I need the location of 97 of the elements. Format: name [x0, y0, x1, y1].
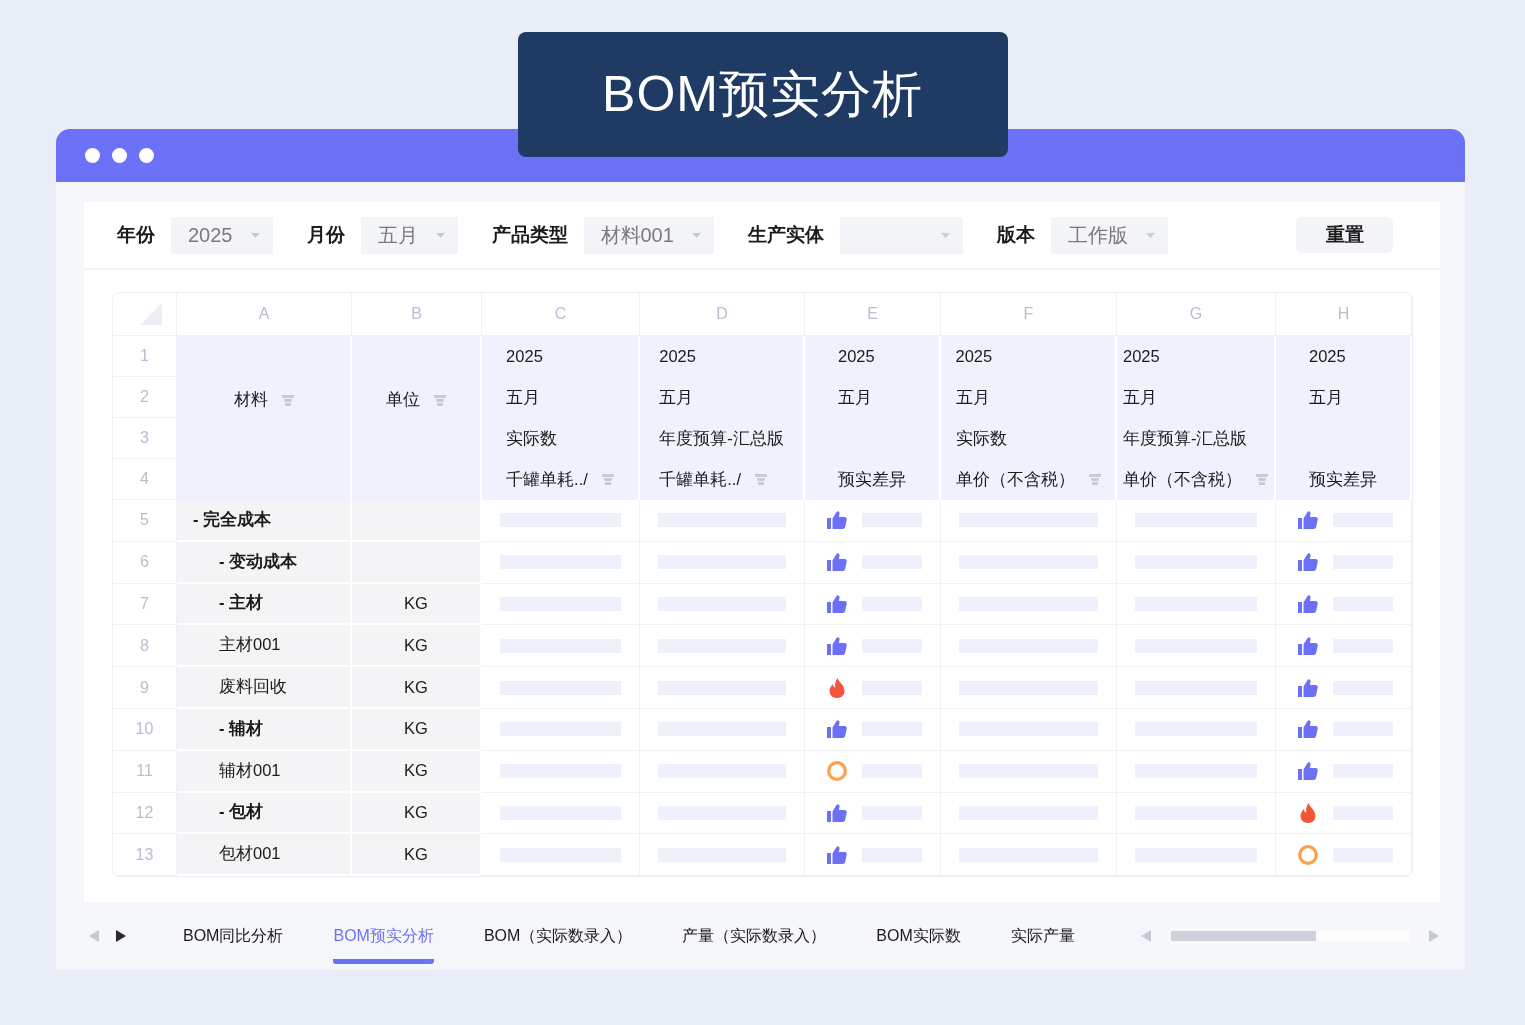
header-text: 预实差异: [838, 468, 906, 490]
thumbs-up-icon: [827, 720, 847, 739]
header-text: 2025: [506, 347, 543, 366]
header-text: 年度预算-汇总版: [659, 427, 784, 449]
filter-icon[interactable]: [1256, 474, 1268, 485]
header-text: 2025: [1309, 347, 1346, 366]
header-text: 2025: [838, 347, 875, 366]
table-cell: 包材001: [177, 834, 352, 877]
scrollbar-thumb[interactable]: [1171, 931, 1316, 941]
table-cell: KG: [352, 583, 482, 626]
dot-icon: [112, 148, 127, 163]
table-cell: - 辅材: [177, 709, 352, 751]
filter-icon[interactable]: [281, 394, 294, 406]
caret-right-icon[interactable]: [116, 930, 126, 942]
dropdown[interactable]: 五月: [360, 216, 458, 254]
header-text: 实际数: [955, 427, 1007, 449]
ring-icon: [827, 761, 847, 782]
table-cell: 废料回收: [177, 667, 352, 709]
caret-down-icon: [250, 232, 260, 238]
header-text: 千罐单耗../: [659, 468, 741, 490]
sheet-tab[interactable]: BOM预实分析: [333, 908, 434, 964]
dropdown[interactable]: 2025: [171, 216, 273, 254]
header-text: 2025: [1123, 347, 1160, 366]
dropdown[interactable]: 工作版: [1050, 216, 1168, 254]
sheet-tab[interactable]: BOM实际数: [876, 908, 961, 964]
filter-icon[interactable]: [601, 474, 614, 485]
scrollbar-track[interactable]: [1171, 931, 1409, 941]
thumbs-up-icon: [1298, 511, 1318, 530]
sheet-tab[interactable]: 产量（实际数录入）: [682, 908, 827, 964]
table-cell: 主材001: [177, 625, 352, 668]
header-text: 预实差异: [1309, 468, 1377, 490]
header-text: 千罐单耗../: [506, 468, 588, 490]
header-text: 2025: [659, 347, 696, 366]
table-cell: - 变动成本: [177, 541, 352, 584]
header-text: 五月: [506, 386, 541, 408]
page-title: BOM预实分析: [602, 65, 923, 124]
filter-label: 年份: [117, 223, 155, 247]
column-title: 单位: [386, 389, 420, 410]
filter-label: 版本: [996, 223, 1035, 247]
caret-down-icon: [691, 232, 701, 238]
sheet-tab[interactable]: 实际产量: [1010, 908, 1075, 964]
thumbs-up-icon: [1298, 553, 1318, 572]
sheet-tab[interactable]: BOM同比分析: [183, 908, 284, 964]
ring-icon: [1298, 844, 1318, 865]
thumbs-up-icon: [827, 595, 847, 613]
table-cell: - 包材: [177, 792, 352, 835]
dropdown[interactable]: 材料001: [583, 216, 714, 254]
table-cell: KG: [352, 750, 482, 793]
header-text: 五月: [1123, 386, 1157, 408]
header-text: 单价（不含税）: [1123, 468, 1242, 490]
caret-down-icon: [1145, 232, 1155, 238]
thumbs-up-icon: [827, 636, 847, 655]
thumbs-up-icon: [1298, 720, 1318, 739]
table-cell: KG: [352, 792, 482, 835]
table-cell: KG: [352, 625, 482, 668]
caret-down-icon: [435, 232, 445, 238]
thumbs-up-icon: [1298, 595, 1318, 613]
header-text: 单价（不含税）: [955, 468, 1075, 490]
thumbs-up-icon: [1298, 678, 1318, 697]
table-cell: KG: [352, 834, 482, 877]
flame-icon: [1300, 802, 1316, 823]
table-cell: 辅材001: [177, 750, 352, 793]
dot-icon: [139, 148, 154, 163]
reset-button[interactable]: 重置: [1296, 217, 1393, 253]
sheet-tab[interactable]: BOM（实际数录入）: [483, 908, 633, 964]
filter-icon[interactable]: [434, 394, 446, 406]
caret-down-icon: [940, 232, 950, 238]
filter-label: 生产实体: [747, 223, 824, 247]
dropdown[interactable]: [839, 216, 963, 254]
header-text: 五月: [838, 386, 872, 408]
row-number: 2: [113, 377, 177, 418]
header-text: 实际数: [506, 427, 558, 449]
filter-label: 月份: [306, 223, 345, 247]
thumbs-up-icon: [827, 845, 847, 864]
header-text: 五月: [659, 386, 694, 408]
dot-icon: [85, 148, 100, 163]
thumbs-up-icon: [1298, 762, 1318, 781]
thumbs-up-icon: [1298, 636, 1318, 655]
thumbs-up-icon: [827, 511, 847, 530]
table-cell: KG: [352, 709, 482, 751]
header-text: 五月: [955, 386, 990, 408]
column-title: 材料: [233, 389, 268, 410]
header-text: 年度预算-汇总版: [1123, 427, 1248, 449]
table-cell: - 完全成本: [177, 500, 352, 542]
table-cell: - 主材: [177, 583, 352, 626]
caret-left-icon[interactable]: [1141, 930, 1151, 942]
flame-icon: [829, 677, 845, 698]
thumbs-up-icon: [827, 553, 847, 572]
thumbs-up-icon: [827, 803, 847, 822]
header-text: 五月: [1309, 386, 1343, 408]
table-cell: KG: [352, 667, 482, 709]
row-number: 4: [113, 459, 177, 500]
row-number: 3: [113, 418, 177, 459]
header-text: 2025: [955, 347, 993, 366]
filter-icon[interactable]: [755, 474, 767, 485]
filter-icon[interactable]: [1088, 474, 1101, 485]
filter-label: 产品类型: [491, 223, 568, 247]
